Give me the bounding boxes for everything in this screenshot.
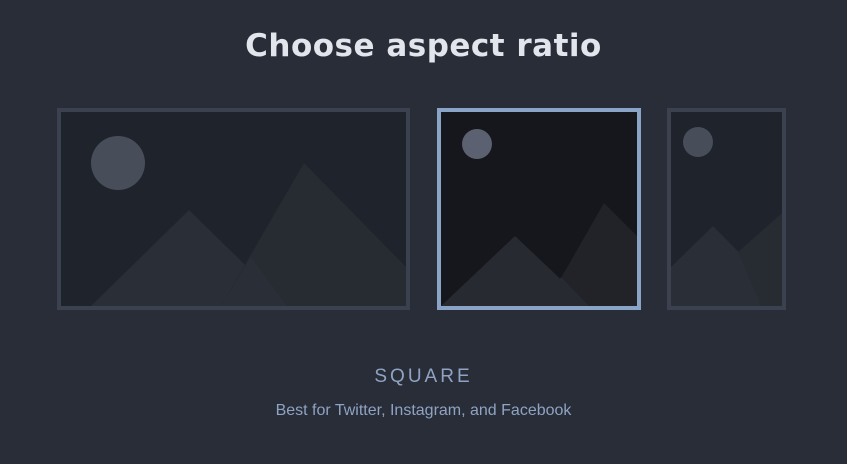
aspect-ratio-picker: Choose aspect ratio SQUARE Best for Twit… [0, 0, 847, 464]
image-placeholder-icon [61, 112, 406, 306]
image-placeholder-icon [671, 112, 782, 306]
selected-ratio-description: Best for Twitter, Instagram, and Faceboo… [275, 402, 572, 419]
selected-ratio-name: SQUARE [374, 366, 473, 387]
aspect-option-square[interactable] [437, 108, 641, 310]
aspect-option-portrait[interactable] [667, 108, 786, 310]
image-placeholder-icon [441, 112, 637, 306]
page-title: Choose aspect ratio [245, 28, 602, 64]
aspect-option-landscape[interactable] [57, 108, 410, 310]
